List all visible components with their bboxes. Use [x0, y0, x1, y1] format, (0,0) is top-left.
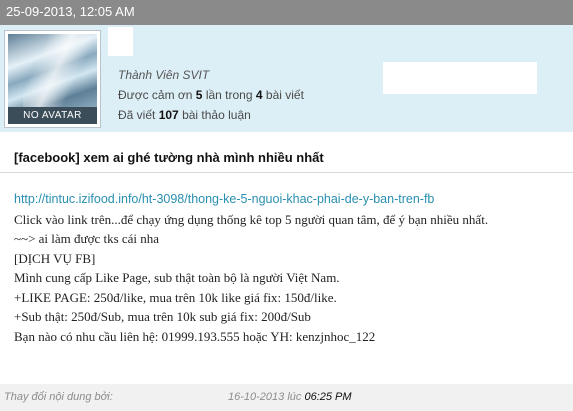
footer-placeholder-right	[228, 366, 368, 384]
avatar-image: NO AVATAR	[8, 34, 97, 124]
username-placeholder	[108, 27, 133, 56]
post-title: [facebook] xem ai ghé tường nhà mình nhi…	[14, 150, 324, 165]
post-line: Bạn nào có nhu cầu liên hệ: 01999.193.55…	[14, 328, 376, 344]
user-thanks: Được cảm ơn 5 lần trong 4 bài viết	[118, 88, 304, 102]
post-line: +Sub thật: 250đ/Sub, mua trên 10k sub gi…	[14, 309, 311, 324]
footer-placeholder-left	[55, 364, 90, 384]
post-line: +LIKE PAGE: 250đ/like, mua trên 10k like…	[14, 289, 337, 305]
avatar-caption: NO AVATAR	[8, 107, 97, 124]
user-details: Thành Viên SVIT Được cảm ơn 5 lần trong …	[118, 65, 304, 125]
edited-time: 06:25 PM	[304, 391, 352, 403]
user-extra-placeholder	[383, 62, 537, 94]
signature-placeholder	[378, 252, 528, 274]
avatar[interactable]: NO AVATAR	[4, 30, 101, 128]
user-post-count: Đã viết 107 bài thảo luận	[118, 108, 251, 122]
post-timestamp: 25-09-2013, 12:05 AM	[6, 4, 135, 19]
edited-by-label: Thay đổi nội dung bởi:	[4, 391, 113, 403]
post-link-line: http://tintuc.izifood.info/ht-3098/thong…	[14, 189, 569, 210]
post-line: ~~> ai làm được tks cái nha	[14, 231, 160, 246]
user-rank: Thành Viên SVIT	[118, 68, 210, 82]
post-link[interactable]: http://tintuc.izifood.info/ht-3098/thong…	[14, 192, 434, 206]
user-info-panel: NO AVATAR Thành Viên SVIT Được cảm ơn 5 …	[0, 25, 573, 132]
post-timestamp-bar: 25-09-2013, 12:05 AM	[0, 0, 573, 25]
post-line: Click vào link trên...để chạy ứng dụng t…	[14, 211, 489, 227]
edit-footer: Thay đổi nội dung bởi: 16-10-2013 lúc 06…	[0, 364, 573, 411]
title-divider	[0, 172, 573, 173]
edited-date: 16-10-2013 lúc 06:25 PM	[228, 391, 352, 403]
